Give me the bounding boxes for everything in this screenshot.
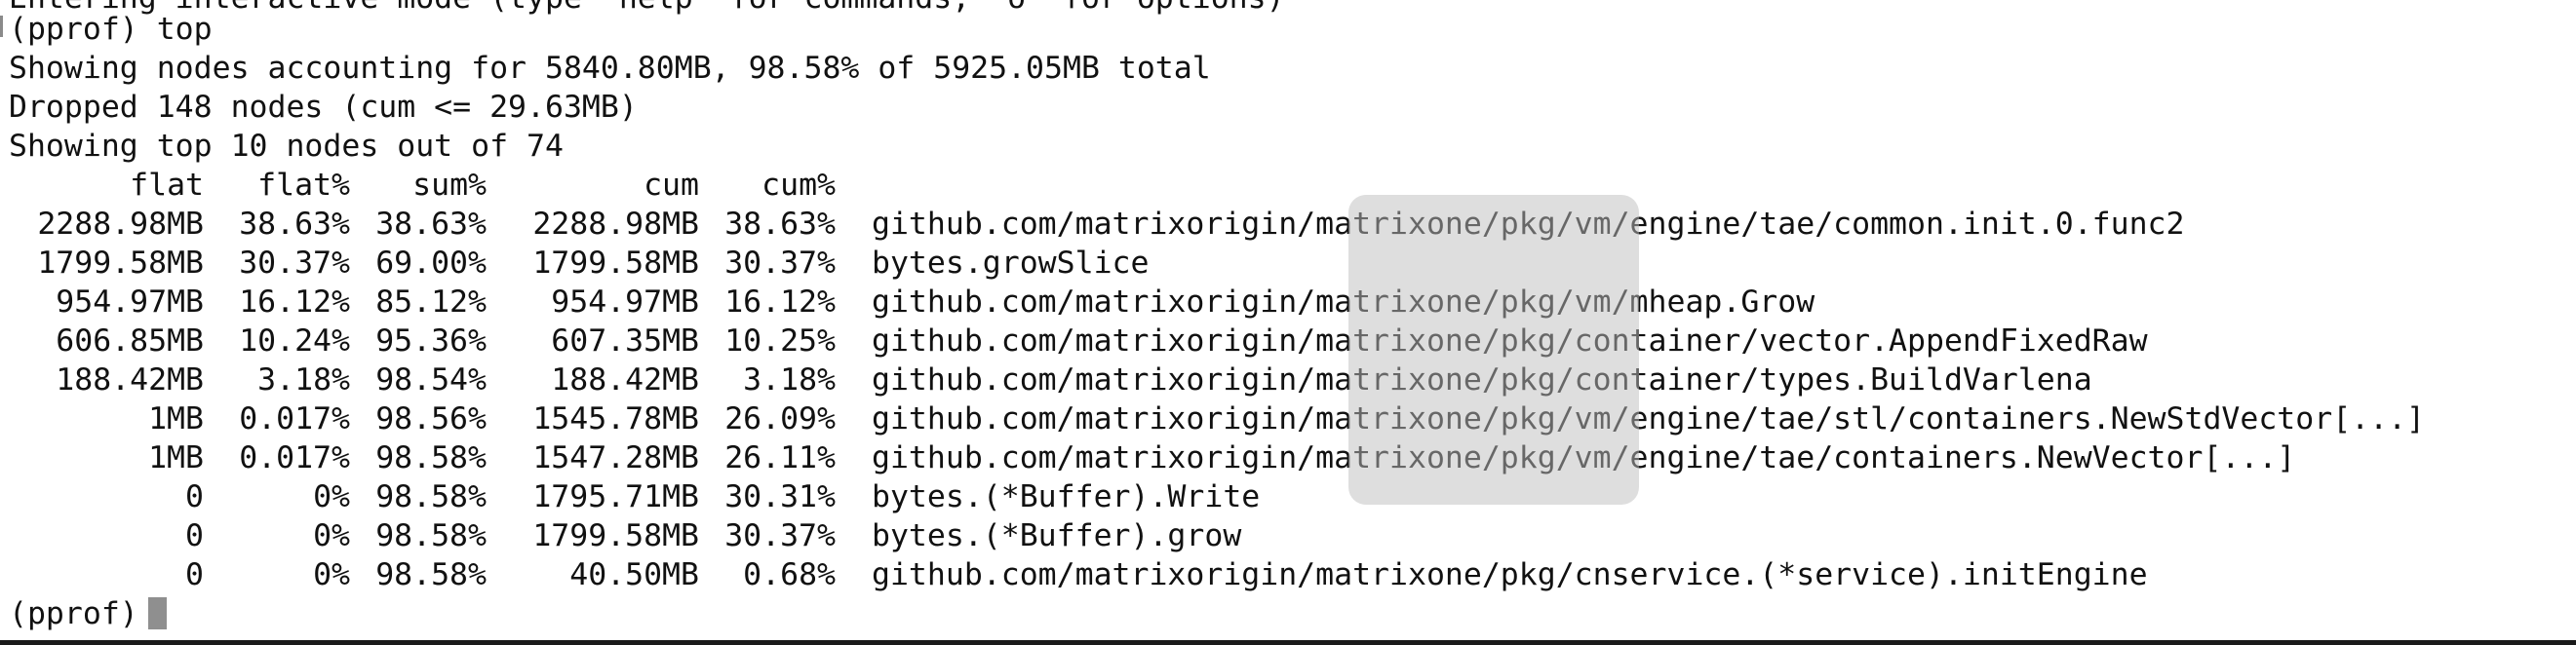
table-row: 2288.98MB38.63%38.63%2288.98MB38.63%gith… [9, 205, 2184, 244]
cell-cum: 1799.58MB [532, 518, 699, 553]
cell-sum-pct: 98.58% [375, 440, 487, 475]
cell-function-name: github.com/matrixorigin/matrixone/pkg/vm… [872, 285, 1815, 320]
cell-flat-pct: 0% [313, 479, 350, 514]
table-row: 606.85MB10.24%95.36%607.35MB10.25%github… [9, 322, 2147, 360]
cell-flat: 0 [185, 557, 204, 592]
cell-sum-pct: 98.58% [375, 557, 487, 592]
cell-cum-pct: 30.37% [724, 518, 836, 553]
table-row: 1MB 0.017% 98.56% 1545.78MB 26.09% github.com… [9, 399, 2425, 438]
cell-sum-pct: 95.36% [375, 323, 487, 359]
cell-cum: 1545.78MB [532, 401, 699, 436]
summary-nodes-accounting: Showing nodes accounting for 5840.80MB, … [9, 51, 1211, 86]
header-cum-pct: cum% [761, 168, 836, 203]
cell-function-name: bytes.(*Buffer).grow [872, 518, 1242, 553]
cell-sum-pct: 38.63% [375, 207, 487, 242]
table-header: flat flat% sum% cum cum% [9, 166, 836, 205]
cell-flat: 1799.58MB [37, 246, 204, 281]
cell-cum-pct: 26.11% [724, 440, 836, 475]
cell-cum: 2288.98MB [532, 207, 699, 242]
prompt-top-command: (pprof) top [9, 12, 213, 47]
table-row: 0 0% 98.58% 1795.71MB 30.31% bytes.(*Buffer).… [9, 477, 1260, 516]
text-cursor-marker [0, 16, 3, 37]
cell-cum: 188.42MB [551, 362, 699, 398]
cell-cum-pct: 16.12% [724, 285, 836, 320]
cell-flat-pct: 30.37% [239, 246, 350, 281]
translucent-overlay [1348, 195, 1639, 505]
cell-cum: 1795.71MB [532, 479, 699, 514]
header-sum-pct: sum% [412, 168, 487, 203]
header-cum: cum [644, 168, 699, 203]
table-row: 188.42MB3.18%98.54%188.42MB3.18%github.c… [9, 360, 2091, 399]
cell-function-name: github.com/matrixorigin/matrixone/pkg/cn… [872, 557, 2148, 592]
summary-dropped-nodes: Dropped 148 nodes (cum <= 29.63MB) [9, 90, 638, 125]
cell-sum-pct: 98.58% [375, 479, 487, 514]
cell-flat: 1MB [148, 401, 204, 436]
cell-flat-pct: 0.017% [239, 440, 350, 475]
cell-flat-pct: 0% [313, 518, 350, 553]
prompt-input-line[interactable]: (pprof) [9, 594, 167, 633]
cell-cum-pct: 0.68% [743, 557, 836, 592]
table-row: 1MB0.017%98.58%1547.28MB26.11%github.com… [9, 438, 2295, 477]
cell-flat-pct: 38.63% [239, 207, 350, 242]
cell-sum-pct: 69.00% [375, 246, 487, 281]
cell-function-name: bytes.(*Buffer).Write [872, 479, 1261, 514]
cell-cum-pct: 10.25% [724, 323, 836, 359]
cell-cum-pct: 26.09% [724, 401, 836, 436]
cell-function-name: bytes.growSlice [872, 246, 1150, 281]
block-cursor [147, 597, 167, 629]
cell-cum-pct: 30.31% [724, 479, 836, 514]
cell-sum-pct: 98.54% [375, 362, 487, 398]
cell-flat-pct: 0% [313, 557, 350, 592]
terminal-window[interactable]: Entering interactive mode (type "help" f… [0, 0, 2576, 645]
cell-flat: 606.85MB [56, 323, 204, 359]
cell-flat-pct: 0.017% [239, 401, 350, 436]
cell-flat: 0 [185, 479, 204, 514]
cell-cum-pct: 3.18% [743, 362, 836, 398]
cell-flat: 1MB [148, 440, 204, 475]
table-row: 1799.58MB 30.37% 69.00% 1799.58MB 30.37% byte… [9, 244, 1149, 283]
cell-flat: 0 [185, 518, 204, 553]
cell-cum-pct: 30.37% [724, 246, 836, 281]
cell-flat: 188.42MB [56, 362, 204, 398]
cell-sum-pct: 98.58% [375, 518, 487, 553]
cell-flat: 2288.98MB [37, 207, 204, 242]
cell-cum: 954.97MB [551, 285, 699, 320]
header-flat: flat [130, 168, 204, 203]
table-row: 0 0% 98.58% 40.50MB 0.68% github.com/matrixor… [9, 555, 2148, 594]
cell-cum: 1799.58MB [532, 246, 699, 281]
cell-flat: 954.97MB [56, 285, 204, 320]
cell-cum: 40.50MB [569, 557, 699, 592]
table-row: 0 0% 98.58% 1799.58MB 30.37% bytes.(*Buffer).… [9, 516, 1241, 555]
cell-cum-pct: 38.63% [724, 207, 836, 242]
cell-flat-pct: 10.24% [239, 323, 350, 359]
cell-cum: 1547.28MB [532, 440, 699, 475]
prompt-label: (pprof) [9, 596, 138, 631]
cell-sum-pct: 98.56% [375, 401, 487, 436]
header-flat-pct: flat% [257, 168, 350, 203]
cell-sum-pct: 85.12% [375, 285, 487, 320]
cell-function-name: github.com/matrixorigin/matrixone/pkg/vm… [872, 401, 2426, 436]
cell-flat-pct: 16.12% [239, 285, 350, 320]
cell-cum: 607.35MB [551, 323, 699, 359]
summary-top-nodes: Showing top 10 nodes out of 74 [9, 129, 564, 164]
cell-flat-pct: 3.18% [257, 362, 350, 398]
